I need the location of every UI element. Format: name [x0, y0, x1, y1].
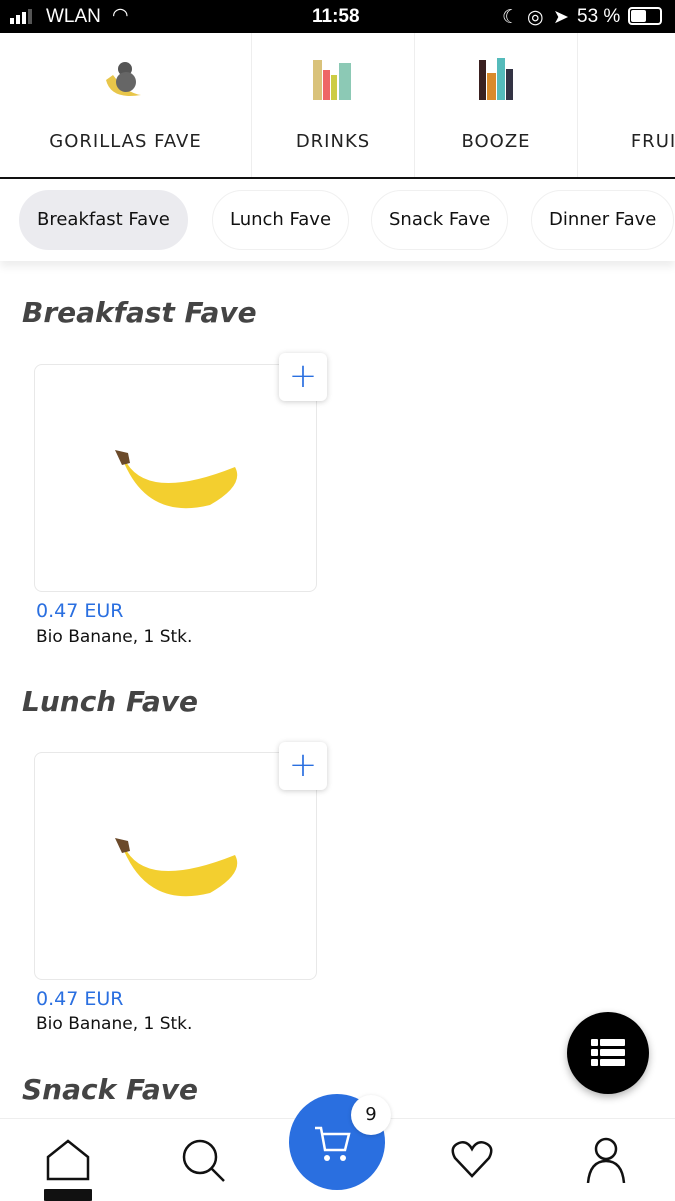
battery-percent: 53 % [577, 6, 621, 27]
status-bar: WLAN ◠ 11:58 ☾ ◎ ➤ 53 % [0, 0, 675, 33]
add-to-cart-button[interactable]: + [279, 742, 327, 790]
booze-image [479, 58, 513, 100]
chip-lunch-fave[interactable]: Lunch Fave [212, 190, 350, 250]
home-icon[interactable] [44, 1137, 92, 1201]
product-card[interactable] [34, 364, 317, 592]
location-icon: ➤ [553, 7, 569, 28]
chip-dinner-fave[interactable]: Dinner Fave [531, 190, 675, 250]
search-icon[interactable] [180, 1137, 226, 1183]
product-price: 0.47 EUR [36, 988, 124, 1010]
tab-fruit[interactable]: FRUIT [578, 33, 675, 177]
section-title: Snack Fave [22, 1073, 199, 1106]
product-card[interactable] [34, 752, 317, 980]
clock: 11:58 [312, 6, 360, 27]
list-icon [591, 1039, 625, 1066]
cart-count-badge: 9 [351, 1095, 391, 1135]
profile-icon[interactable] [586, 1137, 626, 1183]
drinks-image [313, 60, 351, 100]
wifi-icon: ◠ [112, 5, 129, 26]
signal-icon [10, 9, 32, 24]
gorilla-banana-image [105, 62, 141, 96]
chip-breakfast-fave[interactable]: Breakfast Fave [19, 190, 188, 250]
chip-snack-fave[interactable]: Snack Fave [371, 190, 509, 250]
product-name: Bio Banane, 1 Stk. [36, 627, 193, 647]
category-tabs: GORILLAS FAVE DRINKS BOOZE FRUIT [0, 33, 675, 179]
product-name: Bio Banane, 1 Stk. [36, 1014, 193, 1034]
banana-image [115, 450, 238, 509]
carrier: WLAN [46, 6, 101, 27]
product-price: 0.47 EUR [36, 600, 124, 622]
battery-icon [628, 7, 662, 25]
section-title: Breakfast Fave [22, 296, 257, 329]
tab-gorillas-fave[interactable]: GORILLAS FAVE [0, 33, 252, 177]
moon-icon: ☾ [502, 7, 520, 28]
rotation-lock-icon: ◎ [527, 7, 544, 28]
tab-booze[interactable]: BOOZE [415, 33, 578, 177]
banana-image [115, 838, 238, 897]
subcategory-chips: Breakfast Fave Lunch Fave Snack Fave Din… [0, 179, 675, 261]
heart-icon[interactable] [450, 1139, 494, 1179]
tab-drinks[interactable]: DRINKS [252, 33, 415, 177]
add-to-cart-button[interactable]: + [279, 353, 327, 401]
category-list-button[interactable] [567, 1012, 649, 1094]
section-title: Lunch Fave [22, 685, 199, 718]
cart-icon [315, 1126, 351, 1161]
